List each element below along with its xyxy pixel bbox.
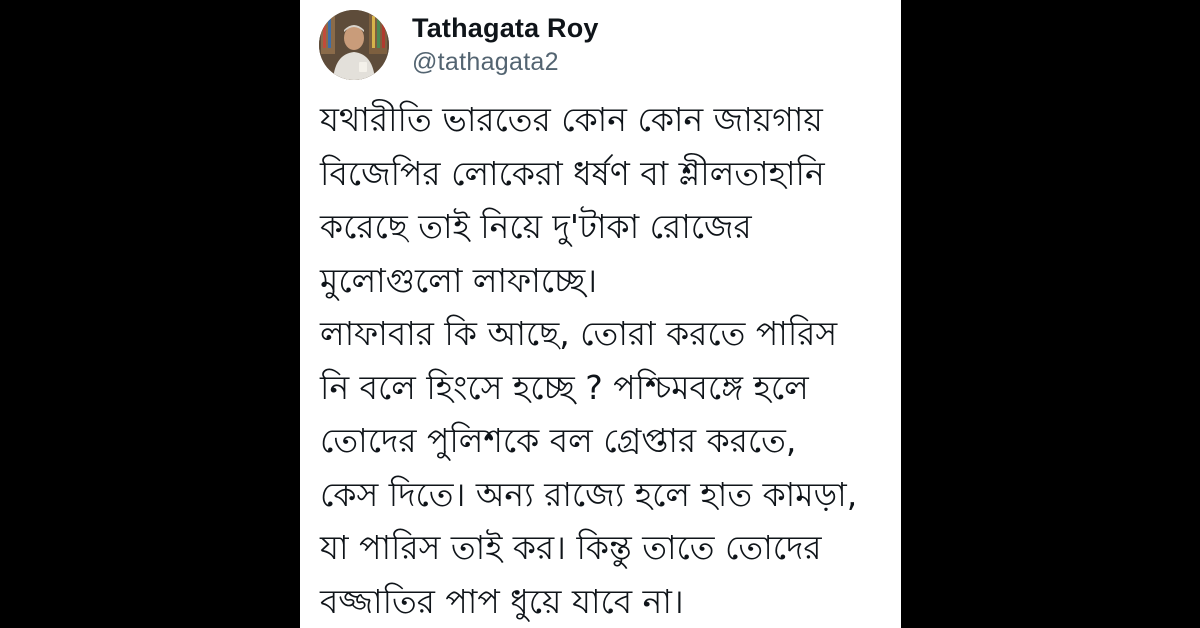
author-avatar[interactable]	[319, 10, 389, 80]
tweet-text-line: মুলোগুলো লাফাচ্ছে।	[320, 260, 598, 300]
tweet-card: Tathagata Roy @tathagata2 যথারীতি ভারতের…	[300, 0, 901, 628]
author-info: Tathagata Roy @tathagata2	[412, 12, 599, 78]
tweet-text-line: কেস দিতে। অন্য রাজ্যে হলে হাত কামড়া,	[320, 474, 858, 514]
tweet-text-line: বজ্জাতির পাপ ধুয়ে যাবে না।	[320, 581, 684, 621]
tweet-text-line: বিজেপির লোকেরা ধর্ষণ বা শ্লীলতাহানি	[320, 153, 825, 193]
tweet-text-line: নি বলে হিংসে হচ্ছে ? পশ্চিমবঙ্গে হলে	[320, 367, 809, 407]
tweet-text-line: যথারীতি ভারতের কোন কোন জায়গায়	[320, 100, 823, 139]
tweet-text: যথারীতি ভারতের কোন কোন জায়গায় বিজেপির …	[320, 93, 890, 628]
tweet-text-line: যা পারিস তাই কর। কিন্তু তাতে তোদের	[320, 528, 822, 567]
screenshot-stage: Tathagata Roy @tathagata2 যথারীতি ভারতের…	[0, 0, 1200, 628]
author-display-name[interactable]: Tathagata Roy	[412, 12, 599, 44]
tweet-header: Tathagata Roy @tathagata2	[319, 8, 599, 82]
avatar-photo-icon	[319, 10, 389, 80]
tweet-text-line: করেছে তাই নিয়ে দু'টাকা রোজের	[320, 207, 752, 246]
tweet-text-line: তোদের পুলিশকে বল গ্রেপ্তার করতে,	[320, 421, 797, 460]
author-handle[interactable]: @tathagata2	[412, 46, 599, 78]
tweet-text-line: লাফাবার কি আছে, তোরা করতে পারিস	[320, 314, 838, 353]
